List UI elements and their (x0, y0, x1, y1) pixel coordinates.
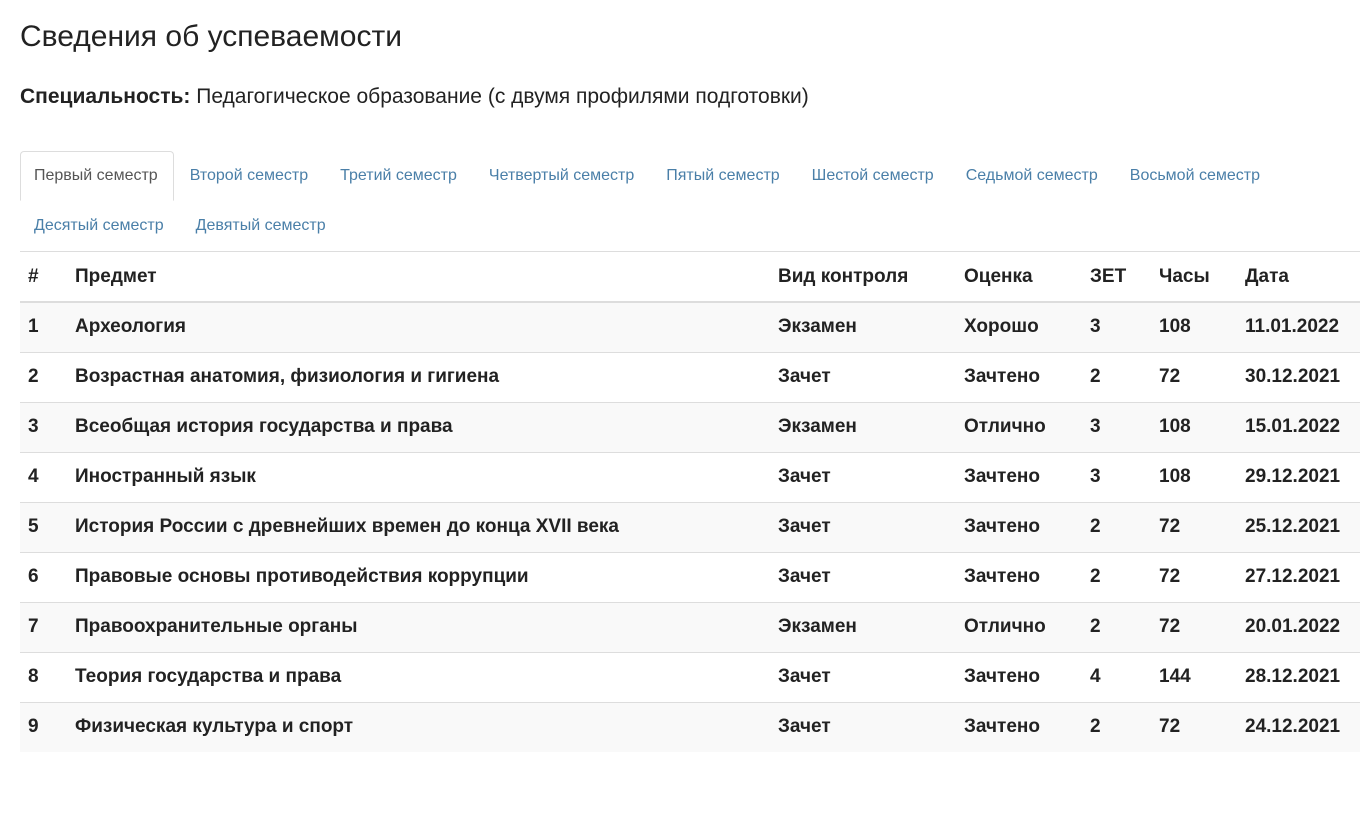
tab-semester-10[interactable]: Девятый семестр (182, 201, 342, 251)
table-row: 5 История России с древнейших времен до к… (20, 501, 1360, 552)
cell-control-type: Зачет (770, 351, 956, 402)
cell-date: 29.12.2021 (1237, 451, 1360, 502)
cell-zet: 2 (1082, 351, 1151, 402)
tab-semester-1[interactable]: Первый семестр (20, 151, 174, 201)
tab-semester-2[interactable]: Второй семестр (176, 151, 324, 201)
header-row: # Предмет Вид контроля Оценка ЗЕТ Часы Д… (20, 252, 1360, 303)
tab-semester-9[interactable]: Десятый семестр (20, 201, 180, 251)
tab-semester-3[interactable]: Третий семестр (326, 151, 473, 201)
cell-subject: Правовые основы противодействия коррупци… (67, 551, 770, 602)
cell-hours: 72 (1151, 501, 1237, 552)
cell-grade: Отлично (956, 401, 1082, 452)
header-number: # (20, 252, 67, 303)
cell-hours: 108 (1151, 301, 1237, 352)
cell-subject: Возрастная анатомия, физиология и гигиен… (67, 351, 770, 402)
cell-subject: Физическая культура и спорт (67, 701, 770, 752)
cell-zet: 3 (1082, 451, 1151, 502)
specialty-label: Специальность: (20, 85, 191, 108)
cell-subject: Археология (67, 301, 770, 352)
cell-control-type: Зачет (770, 701, 956, 752)
header-date: Дата (1237, 252, 1360, 303)
cell-grade: Зачтено (956, 701, 1082, 752)
cell-hours: 144 (1151, 651, 1237, 702)
semester-tabs: Первый семестр Второй семестр Третий семес… (20, 151, 1360, 252)
cell-control-type: Зачет (770, 451, 956, 502)
cell-number: 4 (20, 451, 67, 502)
grades-table-header: # Предмет Вид контроля Оценка ЗЕТ Часы Д… (20, 252, 1360, 303)
cell-zet: 3 (1082, 401, 1151, 452)
cell-zet: 2 (1082, 701, 1151, 752)
cell-grade: Зачтено (956, 451, 1082, 502)
cell-control-type: Зачет (770, 651, 956, 702)
table-row: 1 Археология Экзамен Хорошо 3 108 11.01.2022 (20, 301, 1360, 352)
cell-hours: 108 (1151, 401, 1237, 452)
cell-date: 28.12.2021 (1237, 651, 1360, 702)
grades-table-body: 1 Археология Экзамен Хорошо 3 108 11.01.2022 2 В… (20, 301, 1360, 752)
table-row: 7 Правоохранительные органы Экзамен Отлично… (20, 601, 1360, 652)
cell-date: 24.12.2021 (1237, 701, 1360, 752)
cell-grade: Зачтено (956, 501, 1082, 552)
cell-number: 7 (20, 601, 67, 652)
cell-grade: Хорошо (956, 301, 1082, 352)
tab-semester-5[interactable]: Пятый семестр (652, 151, 795, 201)
cell-number: 6 (20, 551, 67, 602)
cell-control-type: Экзамен (770, 601, 956, 652)
cell-zet: 2 (1082, 551, 1151, 602)
cell-hours: 72 (1151, 551, 1237, 602)
cell-subject: Правоохранительные органы (67, 601, 770, 652)
cell-control-type: Экзамен (770, 401, 956, 452)
cell-grade: Зачтено (956, 551, 1082, 602)
cell-zet: 3 (1082, 301, 1151, 352)
header-subject: Предмет (67, 252, 770, 303)
cell-grade: Отлично (956, 601, 1082, 652)
header-hours: Часы (1151, 252, 1237, 303)
cell-zet: 4 (1082, 651, 1151, 702)
header-control-type: Вид контроля (770, 252, 956, 303)
cell-date: 15.01.2022 (1237, 401, 1360, 452)
cell-grade: Зачтено (956, 351, 1082, 402)
cell-subject: История России с древнейших времен до ко… (67, 501, 770, 552)
grades-table: # Предмет Вид контроля Оценка ЗЕТ Часы Д… (20, 252, 1360, 752)
cell-control-type: Экзамен (770, 301, 956, 352)
cell-control-type: Зачет (770, 501, 956, 552)
cell-number: 8 (20, 651, 67, 702)
page-title: Сведения об успеваемости (20, 20, 402, 53)
cell-hours: 72 (1151, 601, 1237, 652)
cell-date: 27.12.2021 (1237, 551, 1360, 602)
tab-semester-6[interactable]: Шестой семестр (798, 151, 950, 201)
cell-number: 2 (20, 351, 67, 402)
cell-zet: 2 (1082, 601, 1151, 652)
tab-semester-7[interactable]: Седьмой семестр (952, 151, 1114, 201)
tab-semester-8[interactable]: Восьмой семестр (1116, 151, 1276, 201)
page: Сведения об успеваемости Специальность: … (0, 0, 1360, 752)
cell-date: 20.01.2022 (1237, 601, 1360, 652)
cell-number: 9 (20, 701, 67, 752)
cell-hours: 72 (1151, 351, 1237, 402)
specialty-value: Педагогическое образование (с двумя проф… (196, 85, 809, 108)
table-row: 3 Всеобщая история государства и права Экз… (20, 401, 1360, 452)
table-row: 9 Физическая культура и спорт Зачет Зачтено… (20, 701, 1360, 752)
cell-subject: Всеобщая история государства и права (67, 401, 770, 452)
cell-zet: 2 (1082, 501, 1151, 552)
header-grade: Оценка (956, 252, 1082, 303)
cell-number: 5 (20, 501, 67, 552)
table-row: 2 Возрастная анатомия, физиология и гигие… (20, 351, 1360, 402)
cell-grade: Зачтено (956, 651, 1082, 702)
cell-date: 30.12.2021 (1237, 351, 1360, 402)
cell-subject: Теория государства и права (67, 651, 770, 702)
tab-semester-4[interactable]: Четвертый семестр (475, 151, 650, 201)
cell-hours: 72 (1151, 701, 1237, 752)
specialty-line: Специальность: Педагогическое образовани… (20, 58, 1360, 151)
table-row: 4 Иностранный язык Зачет Зачтено 3 108 29.12.2… (20, 451, 1360, 502)
cell-date: 11.01.2022 (1237, 301, 1360, 352)
header-zet: ЗЕТ (1082, 252, 1151, 303)
cell-date: 25.12.2021 (1237, 501, 1360, 552)
table-row: 6 Правовые основы противодействия коррупц… (20, 551, 1360, 602)
cell-subject: Иностранный язык (67, 451, 770, 502)
cell-number: 1 (20, 301, 67, 352)
cell-number: 3 (20, 401, 67, 452)
cell-control-type: Зачет (770, 551, 956, 602)
cell-hours: 108 (1151, 451, 1237, 502)
table-row: 8 Теория государства и права Зачет Зачтено 4… (20, 651, 1360, 702)
